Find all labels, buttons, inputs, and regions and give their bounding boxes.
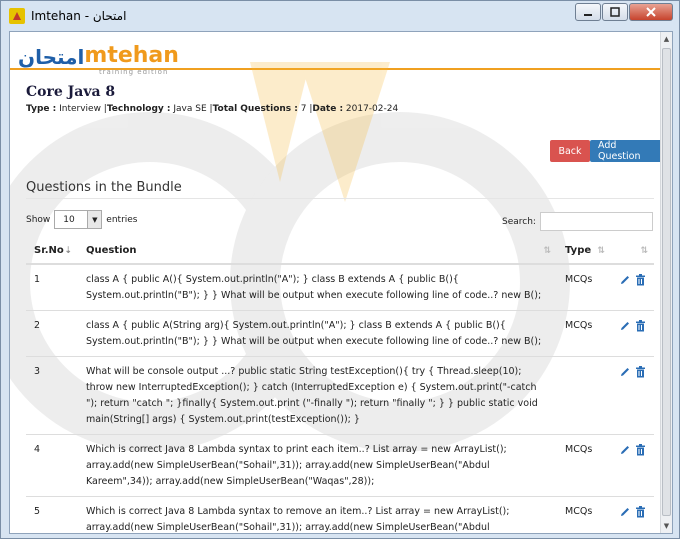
- cell-sr-no: 5: [26, 496, 78, 533]
- edit-icon[interactable]: [619, 274, 631, 286]
- section-title: Questions in the Bundle: [26, 180, 182, 195]
- meta-date-label: Date :: [312, 104, 344, 114]
- cell-question: Which is correct Java 8 Lambda syntax to…: [77, 496, 558, 533]
- scroll-up-icon[interactable]: ▲: [661, 32, 672, 46]
- bundle-meta: Type : Interview |Technology : Java SE |…: [26, 104, 644, 114]
- header-sr-no[interactable]: Sr.No ⇣: [26, 238, 78, 265]
- bundle-header: Core Java 8 Type : Interview |Technology…: [10, 70, 660, 114]
- logo-arabic-text: امتحان: [18, 45, 85, 69]
- meta-total-label: Total Questions :: [212, 104, 298, 114]
- cell-question: class A { public A(){ System.out.println…: [77, 263, 558, 311]
- cell-type: MCQs: [557, 263, 611, 311]
- cell-type: MCQs: [557, 496, 611, 533]
- cell-sr-no: 4: [26, 434, 78, 497]
- chevron-down-icon: ▼: [87, 211, 102, 228]
- browser-content: امتحان mtehan training edition Core Java…: [9, 31, 673, 534]
- minimize-button[interactable]: [575, 3, 601, 21]
- edit-icon[interactable]: [619, 320, 631, 332]
- table-row: 4 Which is correct Java 8 Lambda syntax t…: [26, 434, 654, 497]
- header-sr-no-label: Sr.No: [34, 245, 64, 256]
- close-icon: [646, 7, 656, 17]
- header-type[interactable]: Type ⇅: [557, 238, 611, 265]
- cell-actions: [610, 434, 654, 497]
- entries-select-value: 10: [63, 214, 75, 225]
- edit-icon[interactable]: [619, 366, 631, 378]
- search-label: Search:: [502, 216, 536, 227]
- window-title: Imtehan - امتحان: [31, 9, 127, 23]
- table-row: 3 What will be console output ...? public…: [26, 356, 654, 435]
- trash-icon[interactable]: [635, 320, 646, 332]
- table-search: Search:: [502, 212, 653, 231]
- app-window: Imtehan - امتحان امتحان mtehan training …: [0, 0, 680, 539]
- edit-icon[interactable]: [619, 444, 631, 456]
- cell-sr-no: 2: [26, 310, 78, 357]
- cell-question: class A { public A(String arg){ System.o…: [77, 310, 558, 357]
- sort-asc-icon: ⇣: [64, 246, 72, 256]
- trash-icon[interactable]: [635, 444, 646, 456]
- header-type-label: Type: [565, 245, 592, 256]
- cell-actions: [610, 310, 654, 357]
- header-question[interactable]: Question ⇅: [77, 238, 558, 265]
- minimize-icon: [584, 14, 592, 16]
- cell-actions: [610, 496, 654, 533]
- show-label: Show: [26, 214, 51, 225]
- site-logo[interactable]: امتحان mtehan training edition: [18, 44, 179, 77]
- maximize-icon: [610, 7, 620, 17]
- cell-type: MCQs: [557, 434, 611, 497]
- edit-icon[interactable]: [619, 506, 631, 518]
- sort-icon: ⇅: [597, 246, 605, 256]
- sort-icon: ⇅: [543, 246, 552, 256]
- header-actions: ⇅: [610, 238, 654, 265]
- entries-label: entries: [106, 214, 138, 225]
- scroll-thumb[interactable]: [662, 48, 671, 516]
- meta-total-value: 7 |: [297, 104, 313, 114]
- cell-type: MCQs: [557, 310, 611, 357]
- back-button[interactable]: Back: [550, 140, 590, 162]
- header-logo-bar: امتحان mtehan training edition: [10, 32, 660, 77]
- page: امتحان mtehan training edition Core Java…: [10, 32, 660, 533]
- table-header-row: Sr.No ⇣ Question ⇅ Type ⇅ ⇅: [26, 238, 654, 265]
- search-input[interactable]: [539, 212, 653, 231]
- cell-question: Which is correct Java 8 Lambda syntax to…: [77, 434, 558, 497]
- maximize-button[interactable]: [602, 3, 628, 21]
- cell-actions: [610, 356, 654, 435]
- table-row: 2 class A { public A(String arg){ System.…: [26, 310, 654, 357]
- cell-question: What will be console output ...? public …: [77, 356, 558, 435]
- app-logo-icon: [9, 8, 25, 24]
- meta-tech-label: Technology :: [106, 104, 171, 114]
- questions-table: Sr.No ⇣ Question ⇅ Type ⇅ ⇅ 1 class A { publ…: [26, 238, 654, 533]
- cell-sr-no: 3: [26, 356, 78, 435]
- section-divider: [26, 198, 654, 199]
- cell-actions: [610, 263, 654, 311]
- entries-length-control: Show 10 ▼ entries: [26, 210, 138, 229]
- meta-type-value: Interview |: [56, 104, 107, 114]
- cell-sr-no: 1: [26, 263, 78, 311]
- table-row: 1 class A { public A(){ System.out.printl…: [26, 263, 654, 311]
- bundle-title: Core Java 8: [26, 84, 116, 100]
- vertical-scrollbar[interactable]: ▲ ▼: [660, 32, 672, 533]
- trash-icon[interactable]: [635, 366, 646, 378]
- close-button[interactable]: [629, 3, 673, 21]
- entries-select[interactable]: 10 ▼: [54, 210, 103, 229]
- logo-latin-text: mtehan: [84, 43, 179, 68]
- meta-type-label: Type :: [26, 104, 57, 114]
- trash-icon[interactable]: [635, 506, 646, 518]
- sort-icon: ⇅: [640, 246, 648, 256]
- trash-icon[interactable]: [635, 274, 646, 286]
- add-question-button[interactable]: Add Question: [590, 140, 660, 162]
- meta-date-value: 2017-02-24: [343, 104, 399, 114]
- cell-type: [557, 356, 611, 435]
- header-question-label: Question: [85, 245, 137, 256]
- table-row: 5 Which is correct Java 8 Lambda syntax t…: [26, 496, 654, 533]
- scroll-down-icon[interactable]: ▼: [661, 519, 672, 533]
- meta-tech-value: Java SE |: [170, 104, 213, 114]
- window-controls: [574, 3, 673, 21]
